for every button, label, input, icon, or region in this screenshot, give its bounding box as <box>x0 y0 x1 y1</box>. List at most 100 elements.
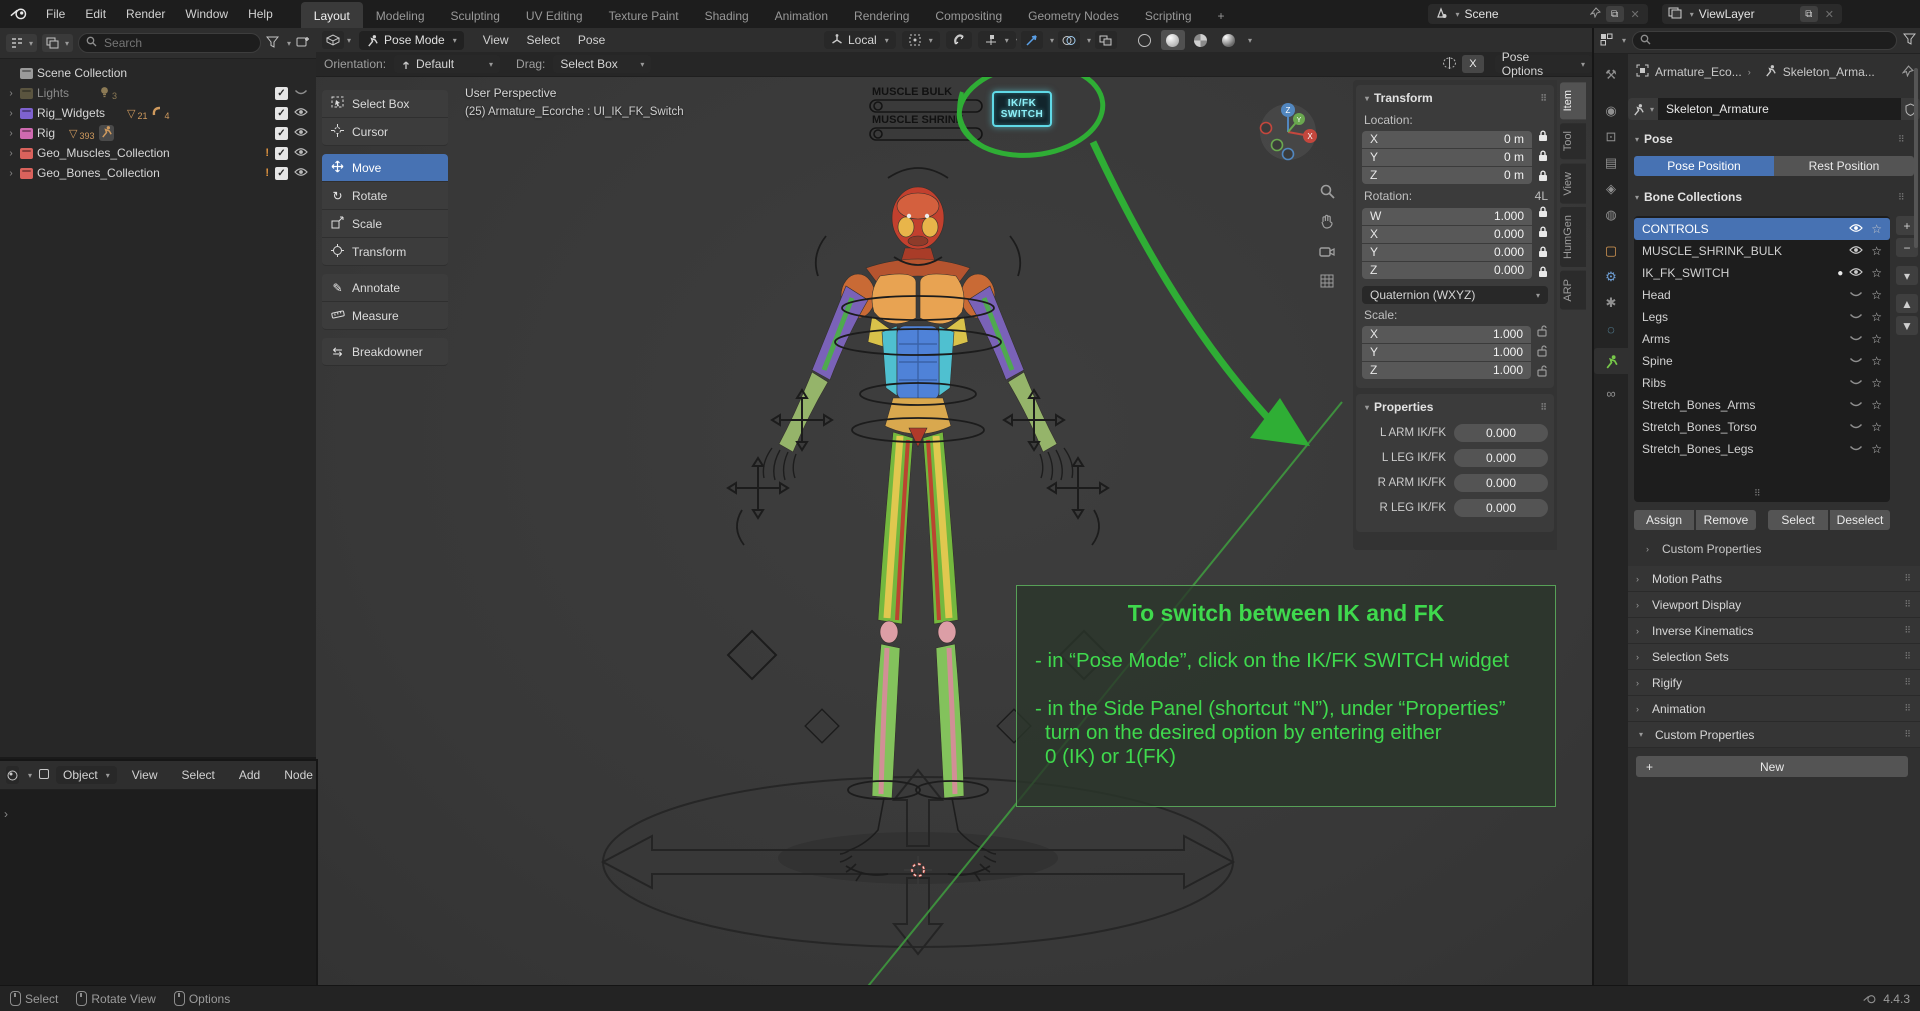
editor-type-dropdown[interactable] <box>6 766 19 784</box>
bone-collection-row[interactable]: IK_FK_SWITCH ● ☆ <box>1634 262 1890 284</box>
lock-icon[interactable] <box>1538 246 1548 261</box>
tab-humgen[interactable]: HumGen <box>1560 207 1586 268</box>
workspace-tab-shading[interactable]: Shading <box>692 2 762 30</box>
bone-collections-header[interactable]: ▾ Bone Collections ⠿ <box>1632 190 1905 204</box>
tab-item[interactable]: Item <box>1560 82 1586 120</box>
move-widget[interactable] <box>1047 457 1109 519</box>
panel-drag-handle[interactable]: ⠿ <box>1904 573 1912 584</box>
solo-star-icon[interactable]: ☆ <box>1871 310 1882 324</box>
tool-move[interactable]: Move <box>322 154 448 182</box>
bone-collection-row[interactable]: Stretch_Bones_Torso ☆ <box>1634 416 1890 438</box>
move-down-button[interactable]: ▼ <box>1896 316 1918 335</box>
menu-view[interactable]: View <box>123 768 167 782</box>
rotation-x-field[interactable]: X 0.000 <box>1362 225 1532 243</box>
pose-position-button[interactable]: Pose Position <box>1634 156 1774 176</box>
l-leg-ikfk-field[interactable]: 0.000 <box>1454 449 1548 467</box>
expand-arrow-icon[interactable]: › <box>6 108 16 119</box>
editor-type-dropdown[interactable] <box>322 31 344 49</box>
transform-orientation-dropdown[interactable]: Local ▾ <box>824 31 896 49</box>
move-widget[interactable] <box>727 457 789 519</box>
eye-open-icon[interactable] <box>1849 266 1864 280</box>
bone-collection-row[interactable]: Arms ☆ <box>1634 328 1890 350</box>
snap-target-dropdown[interactable]: ▾ <box>977 31 1016 49</box>
outliner-row-scene-collection[interactable]: Scene Collection <box>0 63 316 83</box>
tab-render[interactable]: ◉ <box>1594 98 1628 124</box>
eye-closed-icon[interactable] <box>1849 354 1863 368</box>
expand-arrow-icon[interactable]: › <box>6 88 16 99</box>
eye-open-icon[interactable] <box>294 146 308 160</box>
panel-drag-handle[interactable]: ⠿ <box>1904 677 1912 688</box>
properties-search[interactable] <box>1632 31 1897 50</box>
solo-star-icon[interactable]: ☆ <box>1871 222 1882 236</box>
lock-open-icon[interactable] <box>1537 325 1548 340</box>
workspace-tab-rendering[interactable]: Rendering <box>841 2 922 30</box>
workspace-tab-uv-editing[interactable]: UV Editing <box>513 2 596 30</box>
new-property-button[interactable]: + New <box>1636 756 1908 777</box>
rest-position-button[interactable]: Rest Position <box>1774 156 1914 176</box>
breadcrumb-object[interactable]: Armature_Eco... <box>1655 65 1742 79</box>
lock-icon[interactable] <box>1538 150 1548 165</box>
snap-toggle[interactable] <box>945 31 972 49</box>
panel-drag-handle[interactable]: ⠿ <box>1904 703 1912 714</box>
solo-star-icon[interactable]: ☆ <box>1871 442 1882 456</box>
lock-icon[interactable] <box>1538 206 1548 221</box>
tool-breakdowner[interactable]: ⇆ Breakdowner <box>322 338 448 366</box>
close-icon[interactable]: ✕ <box>1823 8 1836 21</box>
menu-edit[interactable]: Edit <box>75 0 116 28</box>
bc-custom-properties-subpanel[interactable]: › Custom Properties <box>1646 542 1761 556</box>
eye-closed-icon[interactable] <box>1849 332 1863 346</box>
bone-collection-row[interactable]: Spine ☆ <box>1634 350 1890 372</box>
tab-arp[interactable]: ARP <box>1560 271 1586 310</box>
eye-open-icon[interactable] <box>294 166 308 180</box>
solo-star-icon[interactable]: ☆ <box>1871 266 1882 280</box>
eye-open-icon[interactable] <box>1849 244 1864 258</box>
r-leg-ikfk-field[interactable]: 0.000 <box>1454 499 1548 517</box>
tab-object-data[interactable] <box>1594 348 1628 374</box>
rotation-z-field[interactable]: Z 0.000 <box>1362 261 1532 279</box>
workspace-tab-geometry-nodes[interactable]: Geometry Nodes <box>1015 2 1132 30</box>
filter-icon[interactable] <box>265 36 280 51</box>
menu-select[interactable]: Select <box>518 33 569 47</box>
menu-file[interactable]: File <box>36 0 75 28</box>
tab-view[interactable]: View <box>1560 163 1586 204</box>
armature-object-icon[interactable] <box>98 125 114 141</box>
outliner-row-rig-widgets[interactable]: › Rig_Widgets ▽ 21 4 ✓ <box>0 103 316 123</box>
menu-render[interactable]: Render <box>116 0 175 28</box>
menu-node[interactable]: Node <box>275 768 322 782</box>
xray-toggle[interactable] <box>1094 31 1117 49</box>
shader-context-dropdown[interactable]: Object ▾ <box>56 766 117 784</box>
panel-selection-sets[interactable]: › Selection Sets ⠿ <box>1628 644 1920 670</box>
panel-drag-handle[interactable]: ⠿ <box>1904 729 1912 740</box>
outliner-row-geo-muscles[interactable]: › Geo_Muscles_Collection ! ✓ <box>0 143 316 163</box>
panel-drag-handle[interactable]: ⠿ <box>1904 625 1912 636</box>
tab-object[interactable]: ▢ <box>1594 238 1628 264</box>
expand-arrow-icon[interactable]: › <box>6 148 16 159</box>
bone-collection-row[interactable]: Ribs ☆ <box>1634 372 1890 394</box>
search-input[interactable] <box>102 35 253 51</box>
panel-drag-handle[interactable]: ⠿ <box>1898 192 1906 203</box>
tool-measure[interactable]: Measure <box>322 302 448 330</box>
exclude-checkbox[interactable]: ✓ <box>275 86 288 100</box>
pin-icon[interactable] <box>1901 64 1914 80</box>
menu-view[interactable]: View <box>474 33 518 47</box>
deselect-button[interactable]: Deselect <box>1830 510 1890 530</box>
panel-viewport-display[interactable]: › Viewport Display ⠿ <box>1628 592 1920 618</box>
solo-star-icon[interactable]: ☆ <box>1871 398 1882 412</box>
rotation-w-field[interactable]: W 1.000 <box>1362 207 1532 225</box>
workspace-add-button[interactable]: + <box>1205 2 1238 30</box>
pose-options-dropdown[interactable]: Pose Options ▾ <box>1494 50 1592 78</box>
solo-star-icon[interactable]: ☆ <box>1871 420 1882 434</box>
panel-drag-handle[interactable]: ⠿ <box>1540 93 1548 104</box>
eye-closed-icon[interactable] <box>1849 398 1863 412</box>
exclude-checkbox[interactable]: ✓ <box>275 126 288 140</box>
pin-icon[interactable] <box>1589 7 1601 21</box>
panel-rigify[interactable]: › Rigify ⠿ <box>1628 670 1920 696</box>
collection-specials-button[interactable]: ▾ <box>1896 266 1918 285</box>
eye-open-icon[interactable] <box>1849 222 1864 236</box>
expand-region-arrow[interactable]: › <box>4 807 8 821</box>
lock-open-icon[interactable] <box>1537 345 1548 360</box>
outliner-search[interactable] <box>78 33 261 53</box>
move-up-button[interactable]: ▲ <box>1896 294 1918 313</box>
panel-inverse-kinematics[interactable]: › Inverse Kinematics ⠿ <box>1628 618 1920 644</box>
armature-id-dropdown[interactable]: ▾ <box>1628 98 1659 120</box>
